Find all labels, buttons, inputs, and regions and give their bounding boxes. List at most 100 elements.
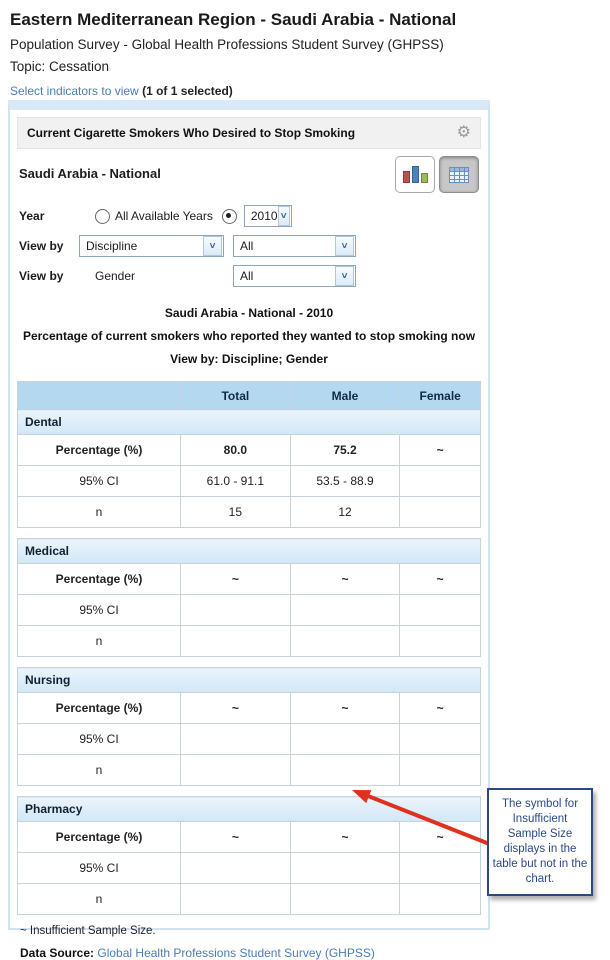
discipline-select[interactable]: Discipline ˅ (79, 235, 224, 257)
indicator-panel: Current Cigarette Smokers Who Desired to… (8, 100, 490, 930)
value-cell (290, 595, 400, 626)
column-header: Female (400, 382, 481, 410)
table-grid-icon (449, 167, 469, 183)
value-cell: ~ (290, 693, 400, 724)
section-name: Nursing (18, 668, 481, 693)
table-row: Percentage (%)~~~ (18, 693, 481, 724)
row-label: Percentage (%) (18, 693, 181, 724)
value-cell (400, 497, 481, 528)
all-years-radio[interactable] (95, 209, 110, 224)
value-cell (290, 724, 400, 755)
section-header-row: Nursing (18, 668, 481, 693)
value-cell (180, 755, 290, 786)
section-header-row: Medical (18, 539, 481, 564)
viewby-discipline-row: View by Discipline ˅ All ˅ (19, 234, 481, 258)
table-row: 95% CI61.0 - 91.153.5 - 88.9 (18, 466, 481, 497)
table-row: Percentage (%)80.075.2~ (18, 435, 481, 466)
table-row: 95% CI (18, 595, 481, 626)
indicator-select-row: Select indicators to view (1 of 1 select… (10, 84, 610, 98)
value-cell (180, 626, 290, 657)
chevron-down-icon: ˅ (278, 206, 290, 226)
gender-filter-value: All (240, 269, 253, 283)
viewby-gender-row: View by Gender All ˅ (19, 264, 481, 288)
value-cell: 15 (180, 497, 290, 528)
value-cell: ~ (400, 564, 481, 595)
year-select[interactable]: 2010 ˅ (244, 205, 292, 227)
value-cell (180, 595, 290, 626)
table-corner-cell (18, 382, 181, 410)
discipline-select-value: Discipline (86, 239, 137, 253)
table-title-line1: Saudi Arabia - National - 2010 (17, 302, 481, 325)
table-title-line3: View by: Discipline; Gender (17, 348, 481, 371)
gear-icon[interactable]: ⚙ (457, 125, 471, 141)
row-label: Percentage (%) (18, 822, 181, 853)
value-cell (400, 724, 481, 755)
value-cell: ~ (180, 564, 290, 595)
page-title: Eastern Mediterranean Region - Saudi Ara… (10, 10, 610, 30)
table-title-block: Saudi Arabia - National - 2010 Percentag… (17, 302, 481, 371)
section-spacer-row (18, 528, 481, 539)
value-cell: ~ (180, 693, 290, 724)
data-source-link[interactable]: Global Health Professions Student Survey… (97, 946, 374, 960)
row-label: n (18, 626, 181, 657)
bar-chart-icon (403, 166, 428, 183)
gender-filter-select[interactable]: All ˅ (233, 265, 356, 287)
select-indicators-link[interactable]: Select indicators to view (10, 84, 139, 98)
value-cell (180, 853, 290, 884)
table-title-line2: Percentage of current smokers who report… (17, 325, 481, 348)
table-row: n (18, 755, 481, 786)
value-cell: 12 (290, 497, 400, 528)
value-cell (180, 884, 290, 915)
column-header: Male (290, 382, 400, 410)
table-row: Percentage (%)~~~ (18, 564, 481, 595)
section-name: Medical (18, 539, 481, 564)
value-cell (400, 626, 481, 657)
gender-static-label: Gender (95, 269, 233, 283)
topic-label: Topic: Cessation (10, 59, 610, 74)
table-row: 95% CI (18, 724, 481, 755)
data-source-row: Data Source: Global Health Professions S… (17, 946, 481, 960)
panel-title: Current Cigarette Smokers Who Desired to… (27, 126, 355, 140)
year-select-value: 2010 (251, 209, 278, 223)
column-header: Total (180, 382, 290, 410)
value-cell: ~ (290, 822, 400, 853)
section-header-row: Dental (18, 410, 481, 435)
row-label: n (18, 497, 181, 528)
selected-count: (1 of 1 selected) (142, 84, 233, 98)
table-view-button[interactable] (439, 156, 479, 193)
value-cell: ~ (400, 822, 481, 853)
viewby-label-1: View by (19, 239, 79, 253)
single-year-radio[interactable] (222, 209, 237, 224)
value-cell (400, 595, 481, 626)
region-title: Saudi Arabia - National (19, 156, 161, 181)
value-cell (400, 755, 481, 786)
table-header-row: TotalMaleFemale (18, 382, 481, 410)
table-row: Percentage (%)~~~ (18, 822, 481, 853)
chevron-down-icon: ˅ (335, 236, 354, 256)
row-label: 95% CI (18, 724, 181, 755)
section-header-row: Pharmacy (18, 797, 481, 822)
section-name: Dental (18, 410, 481, 435)
page-header: Eastern Mediterranean Region - Saudi Ara… (0, 0, 610, 98)
section-spacer-row (18, 657, 481, 668)
row-label: 95% CI (18, 466, 181, 497)
chart-view-button[interactable] (395, 156, 435, 193)
row-label: 95% CI (18, 595, 181, 626)
value-cell: 61.0 - 91.1 (180, 466, 290, 497)
survey-subtitle: Population Survey - Global Health Profes… (10, 37, 610, 52)
value-cell (290, 755, 400, 786)
row-label: Percentage (%) (18, 564, 181, 595)
value-cell: 80.0 (180, 435, 290, 466)
value-cell: ~ (290, 564, 400, 595)
value-cell: ~ (400, 693, 481, 724)
all-years-radio-label[interactable]: All Available Years (115, 209, 213, 223)
row-label: n (18, 884, 181, 915)
table-row: n1512 (18, 497, 481, 528)
discipline-filter-select[interactable]: All ˅ (233, 235, 356, 257)
chevron-down-icon: ˅ (335, 266, 354, 286)
value-cell: ~ (400, 435, 481, 466)
value-cell: ~ (180, 822, 290, 853)
table-row: n (18, 884, 481, 915)
table-body: DentalPercentage (%)80.075.2~95% CI61.0 … (18, 410, 481, 915)
chevron-down-icon: ˅ (203, 236, 222, 256)
